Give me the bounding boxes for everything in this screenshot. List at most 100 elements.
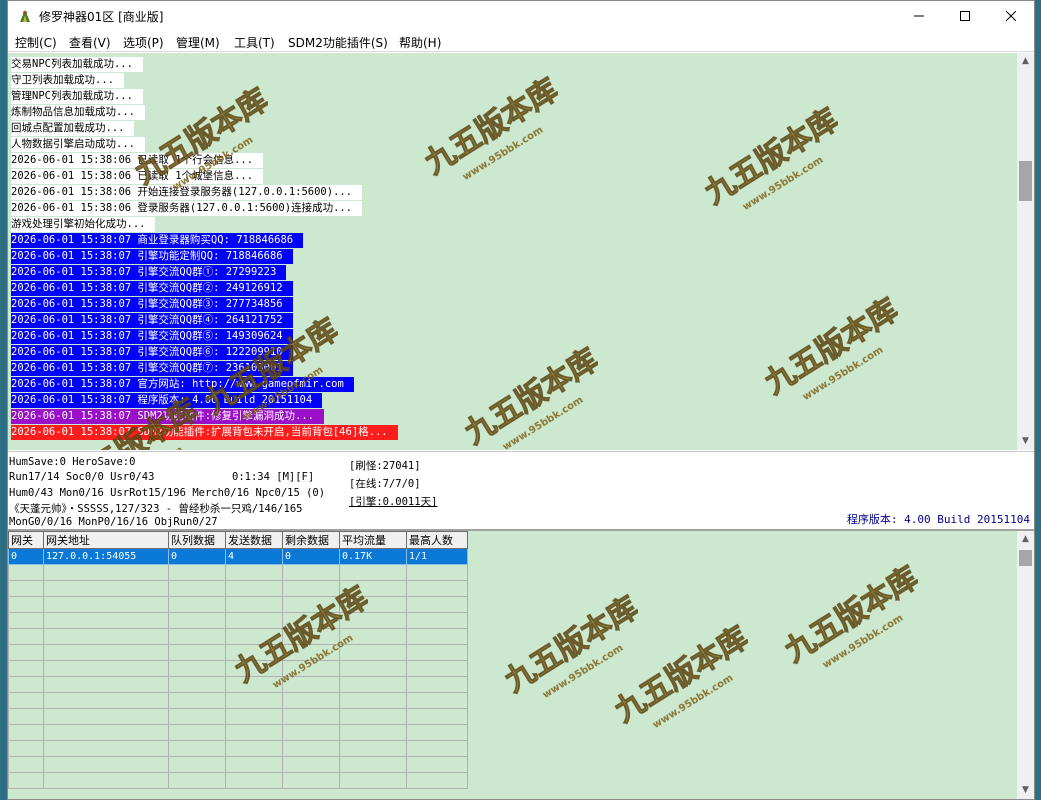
empty-cell bbox=[168, 644, 226, 661]
empty-cell bbox=[282, 612, 340, 629]
empty-cell bbox=[406, 580, 468, 597]
empty-cell bbox=[406, 644, 468, 661]
empty-cell bbox=[225, 692, 283, 709]
status-panel: HumSave:0 HeroSave:0 Run17/14 Soc0/0 Usr… bbox=[8, 451, 1034, 531]
empty-cell bbox=[339, 628, 407, 645]
empty-cell bbox=[339, 612, 407, 629]
log-line: 人物数据引擎启动成功... bbox=[11, 137, 145, 152]
watermark-logo: 九五版本库www.95bbk.com bbox=[758, 292, 898, 403]
menu-help[interactable]: 帮助(H) bbox=[399, 34, 441, 51]
empty-cell bbox=[225, 564, 283, 581]
empty-cell bbox=[43, 644, 169, 661]
svg-text:九五版本库: 九五版本库 bbox=[699, 102, 838, 211]
log-scrollbar[interactable]: ▲ ▼ bbox=[1017, 53, 1034, 450]
column-header[interactable]: 网关 bbox=[8, 531, 44, 549]
empty-row bbox=[8, 724, 468, 741]
empty-cell bbox=[168, 676, 226, 693]
grid-scroll-thumb[interactable] bbox=[1019, 550, 1032, 566]
empty-cell bbox=[406, 708, 468, 725]
maximize-button[interactable] bbox=[942, 1, 988, 31]
menu-view[interactable]: 查看(V) bbox=[69, 34, 111, 51]
empty-cell bbox=[339, 564, 407, 581]
svg-text:九五版本库: 九五版本库 bbox=[499, 590, 638, 699]
empty-cell bbox=[282, 676, 340, 693]
empty-cell bbox=[339, 740, 407, 757]
minimize-button[interactable] bbox=[896, 1, 942, 31]
empty-row bbox=[8, 692, 468, 709]
empty-cell bbox=[8, 772, 44, 789]
close-button[interactable] bbox=[988, 1, 1034, 31]
log-line: 回城点配置加载成功... bbox=[11, 121, 135, 136]
scroll-up-icon[interactable]: ▲ bbox=[1017, 53, 1034, 70]
watermark-logo: 九五版本库www.95bbk.com bbox=[698, 102, 838, 213]
empty-cell bbox=[339, 580, 407, 597]
empty-row bbox=[8, 772, 468, 789]
table-cell: 0 bbox=[168, 548, 226, 565]
column-header[interactable]: 最高人数 bbox=[406, 531, 468, 549]
empty-cell bbox=[8, 660, 44, 677]
empty-row bbox=[8, 580, 468, 597]
empty-cell bbox=[225, 612, 283, 629]
log-panel[interactable]: 交易NPC列表加载成功... 守卫列表加载成功... 管理NPC列表加载成功... 炼… bbox=[8, 53, 1017, 450]
table-cell: 0 bbox=[8, 548, 44, 565]
empty-cell bbox=[406, 596, 468, 613]
menu-options[interactable]: 选项(P) bbox=[123, 34, 164, 51]
empty-cell bbox=[43, 660, 169, 677]
column-header[interactable]: 剩余数据 bbox=[282, 531, 340, 549]
menu-control[interactable]: 控制(C) bbox=[15, 34, 57, 51]
stat-online: [在线:7/7/0] bbox=[349, 478, 421, 490]
empty-cell bbox=[43, 612, 169, 629]
scroll-thumb[interactable] bbox=[1019, 161, 1032, 201]
empty-cell bbox=[43, 676, 169, 693]
grid-scroll-down-icon[interactable]: ▼ bbox=[1017, 782, 1034, 799]
empty-cell bbox=[8, 612, 44, 629]
app-icon bbox=[20, 10, 30, 22]
empty-cell bbox=[225, 708, 283, 725]
log-line: 2026-06-01 15:38:07 引擎交流QQ群⑤: 149309624 bbox=[11, 329, 293, 344]
empty-cell bbox=[339, 756, 407, 773]
empty-cell bbox=[168, 740, 226, 757]
empty-cell bbox=[225, 772, 283, 789]
watermark-logo: 九五版本库www.95bbk.com bbox=[498, 590, 638, 701]
scroll-down-icon[interactable]: ▼ bbox=[1017, 433, 1034, 450]
empty-cell bbox=[282, 564, 340, 581]
empty-cell bbox=[8, 676, 44, 693]
column-header[interactable]: 平均流量 bbox=[339, 531, 407, 549]
empty-cell bbox=[282, 772, 340, 789]
menu-manage[interactable]: 管理(M) bbox=[176, 34, 220, 51]
empty-cell bbox=[43, 564, 169, 581]
stat-mongen: MonG0/0/16 MonP0/16/16 ObjRun0/27 bbox=[9, 516, 218, 528]
gateway-table[interactable]: 网关 网关地址 队列数据 发送数据 剩余数据 平均流量 最高人数 0 127.0.0.1:54… bbox=[8, 531, 468, 789]
empty-cell bbox=[168, 692, 226, 709]
grid-scrollbar[interactable]: ▲ ▼ bbox=[1017, 531, 1034, 799]
empty-cell bbox=[406, 628, 468, 645]
minimize-icon bbox=[914, 15, 924, 17]
menu-sdm2-plugin[interactable]: SDM2功能插件(S) bbox=[288, 34, 388, 51]
empty-row bbox=[8, 676, 468, 693]
empty-cell bbox=[168, 660, 226, 677]
log-line: 守卫列表加载成功... bbox=[11, 73, 124, 88]
empty-cell bbox=[168, 612, 226, 629]
empty-cell bbox=[8, 644, 44, 661]
empty-cell bbox=[43, 628, 169, 645]
empty-cell bbox=[168, 596, 226, 613]
title-bar[interactable]: 修罗神器01区 [商业版] bbox=[8, 1, 1034, 31]
empty-cell bbox=[43, 580, 169, 597]
log-line: 2026-06-01 15:38:07 引擎交流QQ群①: 27299223 bbox=[11, 265, 287, 280]
column-header[interactable]: 网关地址 bbox=[43, 531, 169, 549]
menu-tools[interactable]: 工具(T) bbox=[234, 34, 275, 51]
empty-cell bbox=[339, 660, 407, 677]
gateway-panel: 网关 网关地址 队列数据 发送数据 剩余数据 平均流量 最高人数 0 127.0.0.1:54… bbox=[8, 531, 1017, 799]
column-header[interactable]: 发送数据 bbox=[225, 531, 283, 549]
stat-engine: [引擎:0.0011天] bbox=[349, 496, 438, 508]
empty-cell bbox=[8, 756, 44, 773]
empty-cell bbox=[282, 756, 340, 773]
log-line: 2026-06-01 15:38:07 商业登录器购买QQ: 718846686 bbox=[11, 233, 304, 248]
svg-text:九五版本库: 九五版本库 bbox=[459, 342, 598, 450]
log-line: 2026-06-01 15:38:07 引擎交流QQ群③: 277734856 bbox=[11, 297, 293, 312]
empty-cell bbox=[225, 724, 283, 741]
table-row[interactable]: 0 127.0.0.1:54055 0 4 0 0.17K 1/1 bbox=[8, 548, 468, 565]
grid-scroll-up-icon[interactable]: ▲ bbox=[1017, 531, 1034, 548]
column-header[interactable]: 队列数据 bbox=[168, 531, 226, 549]
empty-cell bbox=[339, 596, 407, 613]
